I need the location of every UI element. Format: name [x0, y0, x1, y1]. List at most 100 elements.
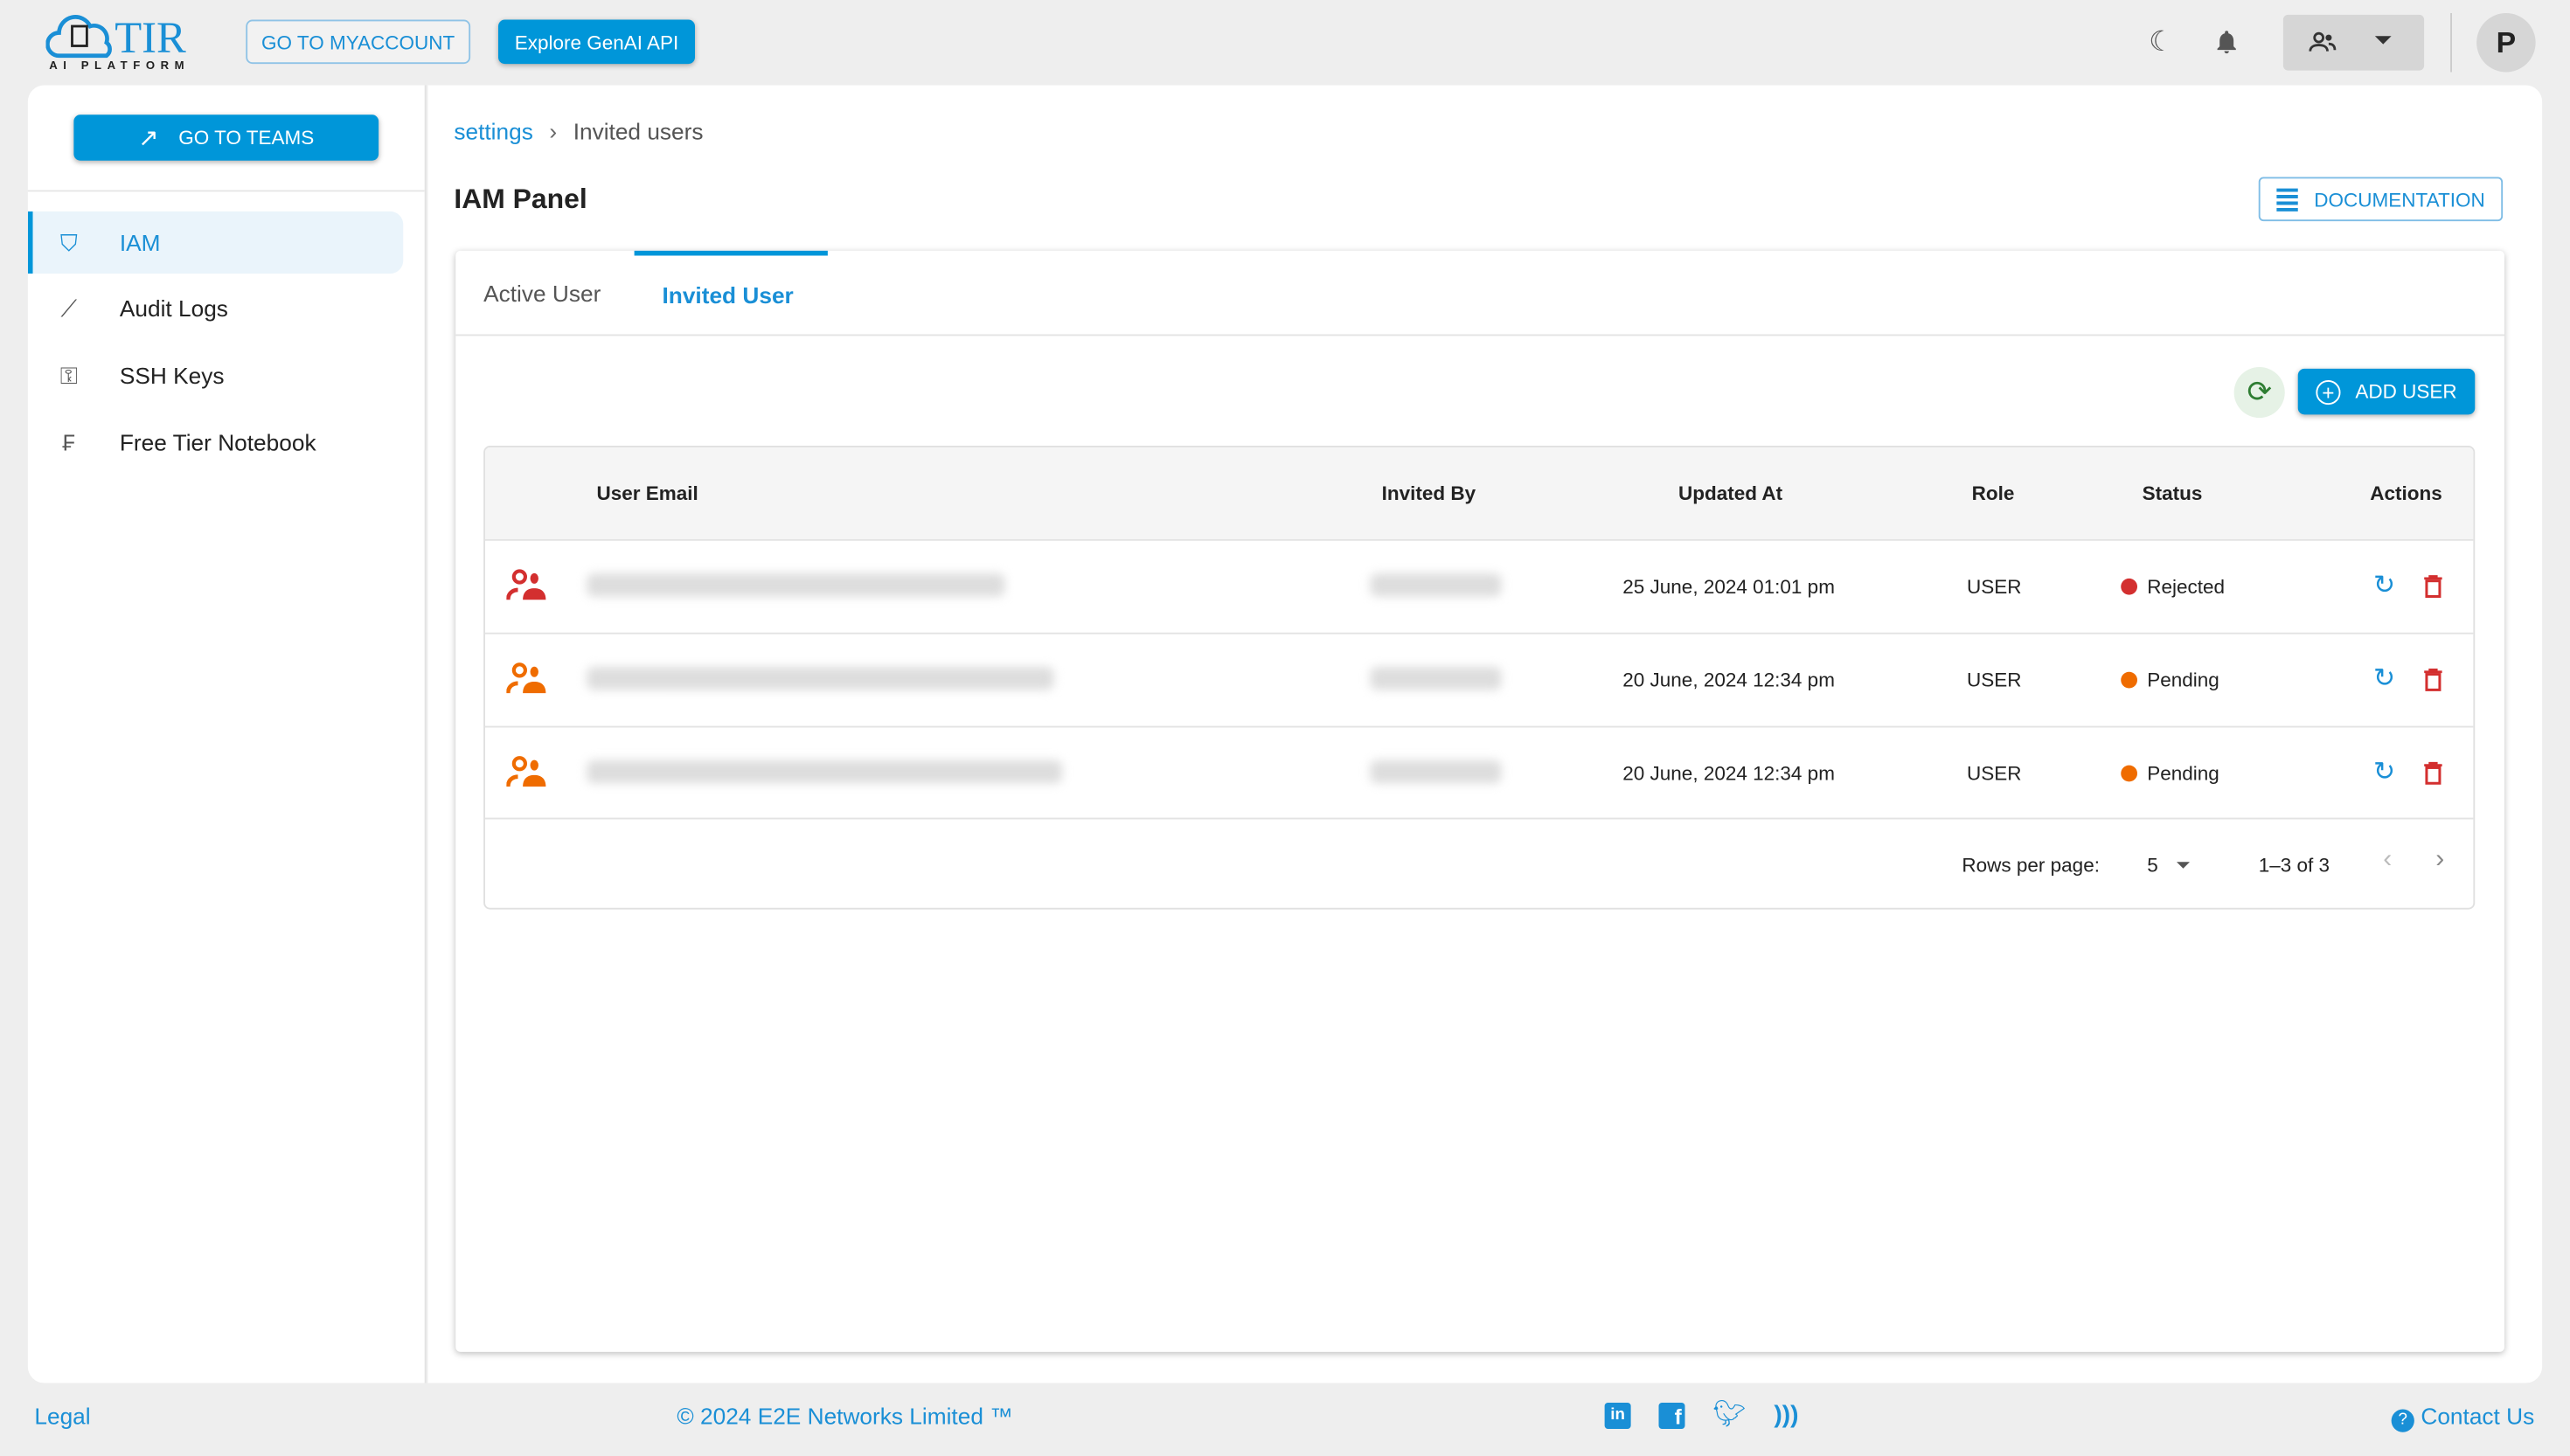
refresh-icon: ⟳: [2247, 375, 2272, 408]
updated-at: 25 June, 2024 01:01 pm: [1622, 575, 1835, 599]
table-row: 25 June, 2024 01:01 pm USER Rejected ↻: [485, 538, 2474, 633]
user-email-redacted: [587, 760, 1062, 784]
notebook-icon: ₣: [62, 429, 76, 456]
sidebar: ↗ GO TO TEAMS ⛉ IAM ⟋ Audit Logs ⚿ SSH Keys …: [27, 85, 427, 1383]
key-icon: ⚿: [59, 361, 78, 388]
sidebar-item-label: IAM: [119, 229, 161, 256]
status-label: Pending: [2147, 761, 2219, 786]
invited-by-redacted: [1370, 573, 1502, 597]
linkedin-icon[interactable]: in: [1604, 1403, 1631, 1429]
sidebar-item-free-tier-notebook[interactable]: ₣ Free Tier Notebook: [28, 412, 403, 474]
iam-panel: Active User Invited User ⟳ + ADD USER Use…: [455, 250, 2504, 1352]
rows-per-page-label: Rows per page:: [1962, 853, 2100, 877]
user-group-icon: [506, 756, 546, 787]
breadcrumb-current: Invited users: [573, 118, 704, 144]
tab-active-user[interactable]: Active User: [483, 281, 601, 307]
dark-mode-moon-icon[interactable]: ☾: [2149, 26, 2174, 59]
contact-us-label: Contact Us: [2421, 1403, 2535, 1429]
contact-us-link[interactable]: ? Contact Us: [2391, 1403, 2535, 1432]
user-group-icon: [506, 569, 546, 600]
copyright-text: © 2024 E2E Networks Limited ™: [677, 1403, 1013, 1429]
delete-icon[interactable]: [2424, 575, 2442, 598]
logo-text: TIR: [115, 13, 186, 63]
go-to-teams-label: GO TO TEAMS: [178, 126, 315, 149]
status-label: Pending: [2147, 669, 2219, 692]
table-header: User Email Invited By Updated At Role St…: [485, 447, 2474, 539]
table-row: 20 June, 2024 12:34 pm USER Pending ↻: [485, 632, 2474, 726]
column-header-invited-by: Invited By: [1381, 482, 1476, 505]
chevron-down-icon: [2177, 862, 2190, 875]
updated-at: 20 June, 2024 12:34 pm: [1622, 669, 1835, 692]
go-to-myaccount-button[interactable]: GO TO MYACCOUNT: [246, 19, 471, 65]
delete-icon[interactable]: [2424, 761, 2442, 785]
user-group-icon: [506, 662, 546, 694]
pagination-range: 1–3 of 3: [2258, 853, 2330, 877]
invited-by-redacted: [1370, 760, 1502, 784]
status-dot: [2121, 765, 2137, 782]
resend-invite-button[interactable]: ↻: [2373, 634, 2395, 726]
status-badge: Rejected: [2121, 541, 2225, 633]
breadcrumb-settings-link[interactable]: settings: [454, 118, 532, 144]
resend-invite-button[interactable]: ↻: [2373, 541, 2395, 633]
add-circle-icon: +: [2316, 379, 2341, 405]
resend-invite-button[interactable]: ↻: [2373, 728, 2395, 820]
sidebar-item-label: Free Tier Notebook: [119, 429, 316, 456]
arrow-up-right-icon: ↗: [138, 124, 159, 153]
legal-link[interactable]: Legal: [34, 1403, 90, 1429]
sidebar-item-ssh-keys[interactable]: ⚿ SSH Keys: [28, 344, 403, 406]
social-links: in f 🐦︎ ))): [1604, 1402, 1798, 1429]
updated-at: 20 June, 2024 12:34 pm: [1622, 761, 1835, 786]
user-email-redacted: [587, 573, 1005, 597]
top-bar: TIR AI PLATFORM GO TO MYACCOUNT Explore …: [0, 0, 2570, 86]
sidebar-item-audit-logs[interactable]: ⟋ Audit Logs: [28, 277, 403, 339]
notification-bell-icon[interactable]: [2212, 26, 2240, 58]
explore-genai-api-button[interactable]: Explore GenAI API: [498, 19, 695, 65]
pagination: Rows per page: 5 1–3 of 3 ‹ ›: [485, 817, 2474, 908]
status-badge: Pending: [2121, 634, 2219, 726]
rows-per-page-value: 5: [2147, 853, 2158, 877]
add-user-button[interactable]: + ADD USER: [2297, 368, 2476, 415]
next-page-button[interactable]: ›: [2435, 846, 2444, 876]
divider: [2450, 13, 2452, 73]
breadcrumb: settings › Invited users: [454, 118, 703, 144]
delete-icon[interactable]: [2424, 669, 2442, 691]
status-label: Rejected: [2147, 575, 2226, 599]
chart-search-icon: ⟋: [60, 294, 77, 321]
refresh-button[interactable]: ⟳: [2233, 367, 2285, 419]
add-user-label: ADD USER: [2355, 380, 2457, 404]
team-switcher-dropdown[interactable]: [2282, 14, 2425, 71]
tir-logo[interactable]: TIR AI PLATFORM: [45, 10, 211, 75]
group-icon: [2309, 31, 2337, 52]
documentation-button[interactable]: DOCUMENTATION: [2258, 177, 2504, 222]
rows-per-page-select[interactable]: 5: [2147, 847, 2199, 883]
invited-by-redacted: [1370, 667, 1502, 690]
invited-users-table: User Email Invited By Updated At Role St…: [483, 446, 2476, 910]
help-icon: ?: [2391, 1409, 2414, 1432]
rss-icon[interactable]: ))): [1774, 1402, 1798, 1429]
column-header-user-email: User Email: [596, 482, 698, 505]
documentation-label: DOCUMENTATION: [2314, 187, 2485, 211]
avatar[interactable]: P: [2476, 13, 2536, 73]
go-to-teams-button[interactable]: ↗ GO TO TEAMS: [73, 114, 379, 161]
status-badge: Pending: [2121, 728, 2219, 820]
divider: [455, 334, 2504, 336]
column-header-updated-at: Updated At: [1678, 482, 1783, 505]
tab-invited-user[interactable]: Invited User: [663, 282, 794, 309]
main-content: settings › Invited users IAM Panel DOCUM…: [427, 85, 2543, 1383]
role: USER: [1967, 669, 2022, 692]
sidebar-item-iam[interactable]: ⛉ IAM: [27, 211, 404, 274]
user-email-redacted: [587, 667, 1054, 690]
chevron-down-icon: [2374, 36, 2392, 52]
sidebar-item-label: Audit Logs: [119, 295, 228, 322]
status-dot: [2121, 671, 2137, 689]
page-title: IAM Panel: [454, 184, 587, 215]
twitter-icon[interactable]: 🐦︎: [1712, 1402, 1746, 1429]
facebook-icon[interactable]: f: [1658, 1403, 1685, 1429]
column-header-status: Status: [2142, 482, 2203, 505]
sidebar-item-label: SSH Keys: [119, 362, 225, 389]
column-header-role: Role: [1971, 482, 2015, 505]
shield-icon: ⛉: [59, 228, 78, 255]
breadcrumb-separator: ›: [549, 118, 558, 144]
previous-page-button[interactable]: ‹: [2383, 846, 2392, 876]
tab-indicator: [634, 250, 828, 256]
